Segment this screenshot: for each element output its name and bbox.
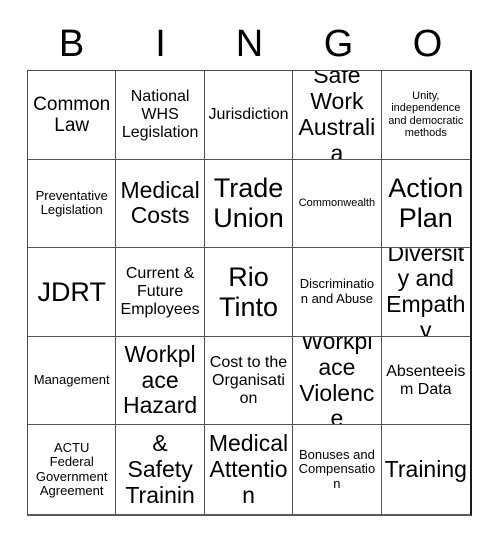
bingo-card: B I N G O Common Law National WHS Legisl… <box>0 0 500 544</box>
bingo-cell[interactable]: Health & Safety Training <box>116 425 205 514</box>
bingo-cell[interactable]: Workplace Hazard <box>116 336 205 426</box>
bingo-header-letter-b: B <box>58 23 85 65</box>
bingo-cell-label: ACTU Federal Government Agreement <box>35 439 108 499</box>
bingo-cell-label: Unity, independence and democratic metho… <box>388 90 464 140</box>
bingo-cell[interactable]: Preventative Legislation <box>28 159 117 249</box>
bingo-cell[interactable]: Commonwealth <box>293 159 382 249</box>
bingo-cell-label: Rio Tinto <box>218 261 278 322</box>
bingo-cell-label: Workplace Violence <box>299 336 375 426</box>
bingo-header-letter-o: O <box>412 23 443 65</box>
bingo-cell[interactable]: Common Law <box>28 71 117 160</box>
bingo-cell-label: Workplace Hazard <box>123 340 198 419</box>
bingo-cell[interactable]: Medical Costs <box>116 159 205 249</box>
bingo-cell[interactable]: JDRT <box>28 248 117 337</box>
bingo-cell[interactable]: Jurisdiction <box>204 71 294 160</box>
bingo-cell-label: Cost to the Organisation <box>209 353 288 407</box>
bingo-cell-label: Trade Union <box>213 173 284 234</box>
bingo-cell-label: Medical Attention <box>208 430 289 508</box>
bingo-cell-label: Action Plan <box>388 173 464 234</box>
bingo-cell[interactable]: Bonuses and Compensation <box>293 425 382 514</box>
bingo-cell[interactable]: Action Plan <box>381 159 470 249</box>
bingo-cell-label: Diversity and Empathy <box>386 248 466 337</box>
bingo-cell[interactable]: Trade Union <box>204 159 294 249</box>
bingo-cell[interactable]: Cost to the Organisation <box>204 336 294 426</box>
bingo-cell[interactable]: Current & Future Employees <box>116 248 205 337</box>
bingo-cell[interactable]: Rio Tinto <box>204 248 294 337</box>
bingo-cell-label: Jurisdiction <box>208 105 289 123</box>
bingo-cell-label: Health & Safety Training <box>125 425 195 514</box>
bingo-header-letter-n: N <box>235 23 264 65</box>
bingo-cell[interactable]: Workplace Violence <box>293 336 382 426</box>
bingo-cell[interactable]: Safe Work Australia <box>293 71 382 160</box>
bingo-cell[interactable]: Management <box>28 336 117 426</box>
bingo-header-row: B I N G O <box>27 18 472 70</box>
bingo-cell[interactable]: Unity, independence and democratic metho… <box>381 71 470 160</box>
bingo-cell-label: Discrimination and Abuse <box>299 276 375 306</box>
bingo-cell-label: Bonuses and Compensation <box>298 446 376 491</box>
bingo-cell[interactable]: National WHS Legislation <box>116 71 205 160</box>
bingo-cell-label: National WHS Legislation <box>121 87 199 141</box>
bingo-cell[interactable]: Training <box>381 425 470 514</box>
bingo-header-letter-i: I <box>155 23 166 65</box>
bingo-cell[interactable]: ACTU Federal Government Agreement <box>28 425 117 514</box>
bingo-header-letter-g: G <box>323 23 354 65</box>
bingo-cell-label: Common Law <box>33 93 111 136</box>
bingo-cell-label: Training <box>384 455 467 482</box>
bingo-cell[interactable]: Discrimination and Abuse <box>293 248 382 337</box>
bingo-grid: Common Law National WHS Legislation Juri… <box>27 70 472 516</box>
bingo-cell-label: Commonwealth <box>298 197 376 210</box>
bingo-cell-label: Management <box>33 372 110 388</box>
bingo-cell-label: JDRT <box>37 276 106 307</box>
bingo-cell[interactable]: Absenteeism Data <box>381 336 470 426</box>
bingo-cell[interactable]: Diversity and Empathy <box>381 248 470 337</box>
bingo-cell-label: Current & Future Employees <box>120 265 200 318</box>
bingo-cell-label: Medical Costs <box>120 176 200 229</box>
bingo-cell[interactable]: Medical Attention <box>204 425 294 514</box>
bingo-cell-label: Preventative Legislation <box>35 187 108 218</box>
bingo-cell-label: Safe Work Australia <box>298 71 376 160</box>
bingo-cell-label: Absenteeism Data <box>386 362 466 398</box>
